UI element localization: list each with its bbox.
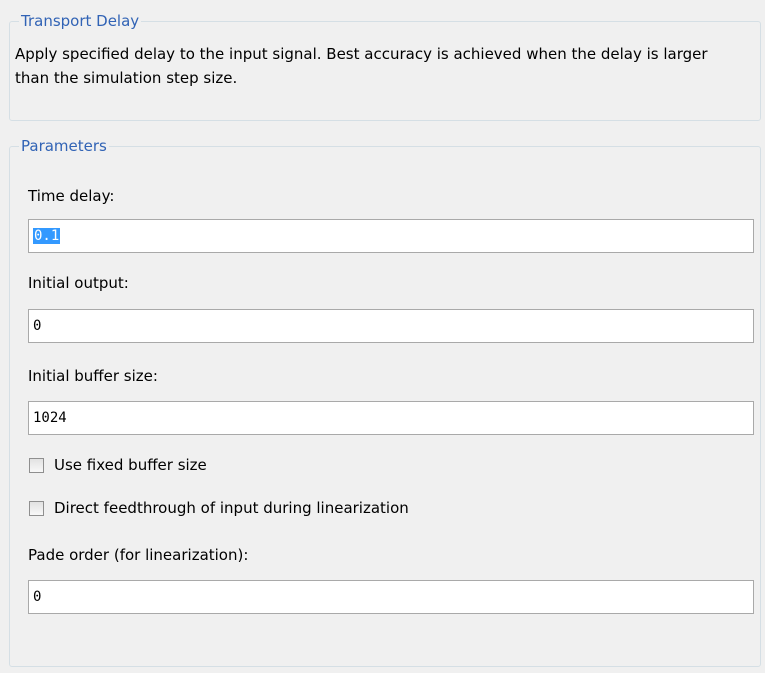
time-delay-value: 0.1 [33, 228, 61, 244]
time-delay-input[interactable]: 0.1 [28, 219, 754, 253]
use-fixed-buffer-checkbox[interactable] [29, 457, 44, 473]
initial-buffer-size-input[interactable]: 1024 [28, 401, 754, 435]
direct-feedthrough-label: Direct feedthrough of input during linea… [54, 499, 409, 517]
pade-order-label: Pade order (for linearization): [28, 546, 249, 564]
initial-buffer-size-label: Initial buffer size: [28, 367, 158, 385]
use-fixed-buffer-label: Use fixed buffer size [54, 456, 207, 474]
description-text: Apply specified delay to the input signa… [15, 45, 708, 87]
use-fixed-buffer-row[interactable]: Use fixed buffer size [29, 455, 207, 475]
parameters-legend: Parameters [21, 137, 107, 155]
initial-output-label: Initial output: [28, 274, 129, 292]
initial-output-input[interactable]: 0 [28, 309, 754, 343]
pade-order-input[interactable]: 0 [28, 580, 754, 614]
time-delay-label: Time delay: [28, 187, 115, 205]
initial-output-value: 0 [33, 318, 42, 334]
initial-buffer-size-value: 1024 [33, 410, 67, 426]
pade-order-value: 0 [33, 589, 42, 605]
direct-feedthrough-row[interactable]: Direct feedthrough of input during linea… [29, 498, 409, 518]
description-legend: Transport Delay [21, 12, 140, 30]
direct-feedthrough-checkbox[interactable] [29, 500, 44, 516]
